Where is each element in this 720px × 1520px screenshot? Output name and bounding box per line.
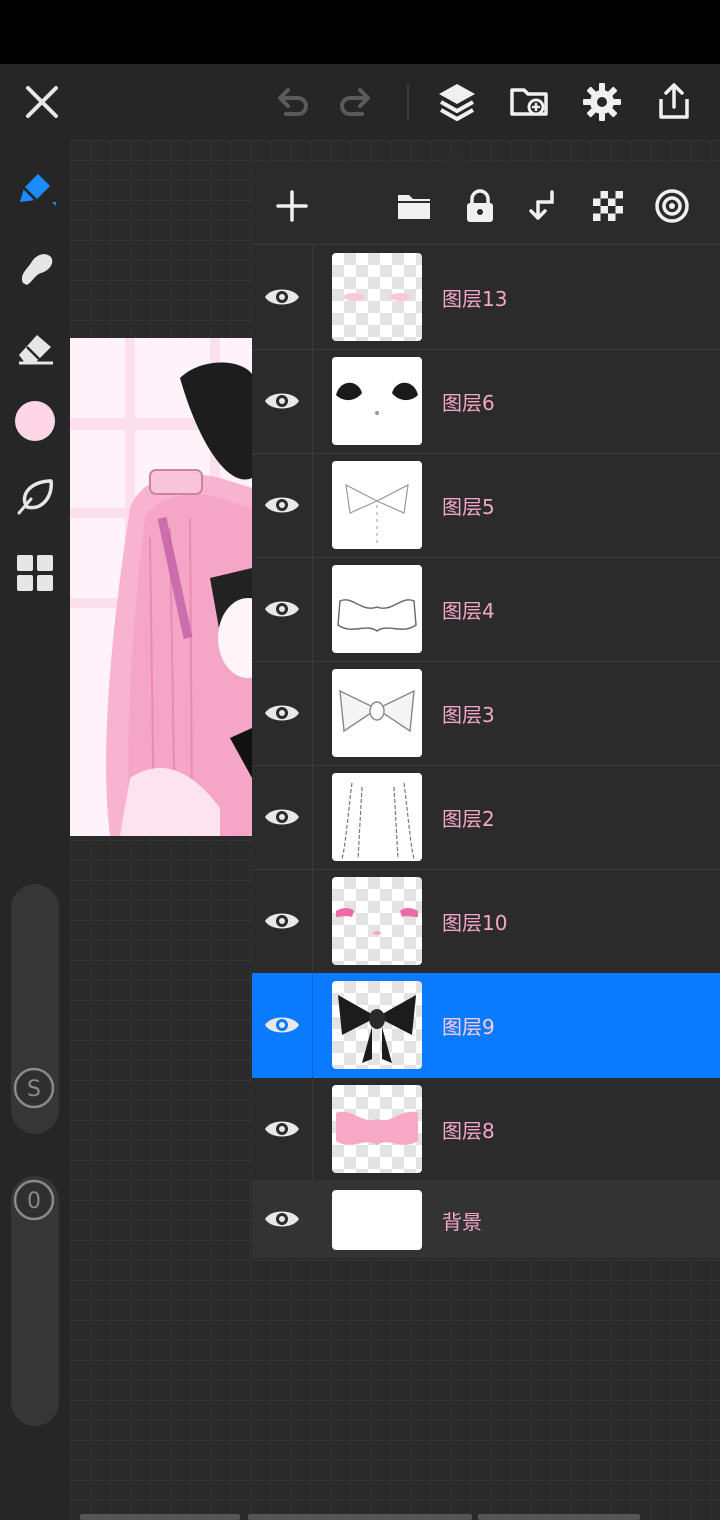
panel-pointer bbox=[444, 146, 472, 164]
layer-row-selected[interactable]: 图层9 bbox=[252, 973, 720, 1078]
layer-name: 图层10 bbox=[442, 911, 508, 935]
eye-icon[interactable] bbox=[260, 483, 304, 527]
layer-name: 图层13 bbox=[442, 287, 508, 311]
transparency-lock-icon[interactable] bbox=[586, 184, 630, 228]
bottom-tabs bbox=[80, 1514, 640, 1520]
undo-icon[interactable] bbox=[268, 78, 316, 126]
layers-icon[interactable] bbox=[433, 78, 481, 126]
layer-thumbnail bbox=[332, 253, 422, 341]
layer-name: 图层5 bbox=[442, 495, 495, 519]
layer-row[interactable]: 图层5 bbox=[252, 453, 720, 558]
eraser-icon[interactable] bbox=[10, 322, 60, 372]
close-icon[interactable] bbox=[18, 78, 66, 126]
layer-thumbnail bbox=[332, 1085, 422, 1173]
eye-icon[interactable] bbox=[260, 587, 304, 631]
layers-panel: 图层13 图层6 图层5 图层4 图层3 图层2 图层10 图层9 图层8 背景 bbox=[252, 164, 720, 1258]
eye-icon[interactable] bbox=[260, 379, 304, 423]
layer-thumbnail bbox=[332, 1190, 422, 1250]
layer-thumbnail bbox=[332, 877, 422, 965]
redo-icon[interactable] bbox=[332, 78, 380, 126]
layer-thumbnail bbox=[332, 669, 422, 757]
layer-thumbnail bbox=[332, 357, 422, 445]
opacity-knob[interactable]: 0 bbox=[12, 1178, 56, 1222]
layer-row[interactable]: 图层10 bbox=[252, 869, 720, 974]
layer-name: 图层6 bbox=[442, 391, 495, 415]
folder-icon[interactable] bbox=[392, 184, 436, 228]
layer-row[interactable]: 图层13 bbox=[252, 245, 720, 350]
layer-row[interactable]: 图层8 bbox=[252, 1077, 720, 1182]
eye-icon[interactable] bbox=[260, 899, 304, 943]
layer-name: 图层4 bbox=[442, 599, 495, 623]
add-icon[interactable] bbox=[270, 184, 314, 228]
top-toolbar bbox=[0, 64, 720, 140]
eye-icon[interactable] bbox=[260, 1107, 304, 1151]
color-swatch[interactable] bbox=[10, 396, 60, 446]
share-icon[interactable] bbox=[650, 78, 698, 126]
merge-down-icon[interactable] bbox=[522, 184, 566, 228]
gallery-icon[interactable] bbox=[506, 78, 554, 126]
layer-row[interactable]: 图层6 bbox=[252, 349, 720, 454]
artwork-image bbox=[70, 338, 252, 836]
layer-name: 图层2 bbox=[442, 807, 495, 831]
eye-icon[interactable] bbox=[260, 1197, 304, 1241]
layer-thumbnail bbox=[332, 981, 422, 1069]
layers-toolbar bbox=[252, 164, 720, 245]
eye-icon[interactable] bbox=[260, 691, 304, 735]
size-label: S bbox=[27, 1077, 41, 1102]
lock-icon[interactable] bbox=[458, 184, 502, 228]
status-bar bbox=[0, 0, 720, 64]
gear-icon[interactable] bbox=[578, 78, 626, 126]
layer-name: 图层8 bbox=[442, 1119, 495, 1143]
tool-rail: S 0 bbox=[0, 140, 70, 1520]
toolbar-divider bbox=[407, 84, 409, 120]
layer-name: 图层3 bbox=[442, 703, 495, 727]
eye-icon[interactable] bbox=[260, 1003, 304, 1047]
opacity-label: 0 bbox=[27, 1189, 41, 1214]
brush-size-knob[interactable]: S bbox=[12, 1066, 56, 1110]
grid-icon[interactable] bbox=[10, 548, 60, 598]
pen-icon[interactable] bbox=[10, 164, 60, 214]
layer-thumbnail bbox=[332, 461, 422, 549]
layer-name: 背景 bbox=[442, 1210, 482, 1234]
layer-row[interactable]: 图层4 bbox=[252, 557, 720, 662]
layer-row[interactable]: 图层2 bbox=[252, 765, 720, 870]
layer-thumbnail bbox=[332, 773, 422, 861]
layer-thumbnail bbox=[332, 565, 422, 653]
eye-icon[interactable] bbox=[260, 275, 304, 319]
eye-icon[interactable] bbox=[260, 795, 304, 839]
blend-icon[interactable] bbox=[650, 184, 694, 228]
layer-name: 图层9 bbox=[442, 1015, 495, 1039]
smudge-icon[interactable] bbox=[10, 244, 60, 294]
background-layer-row[interactable]: 背景 bbox=[252, 1180, 720, 1258]
lasso-icon[interactable] bbox=[10, 472, 60, 522]
layer-row[interactable]: 图层3 bbox=[252, 661, 720, 766]
